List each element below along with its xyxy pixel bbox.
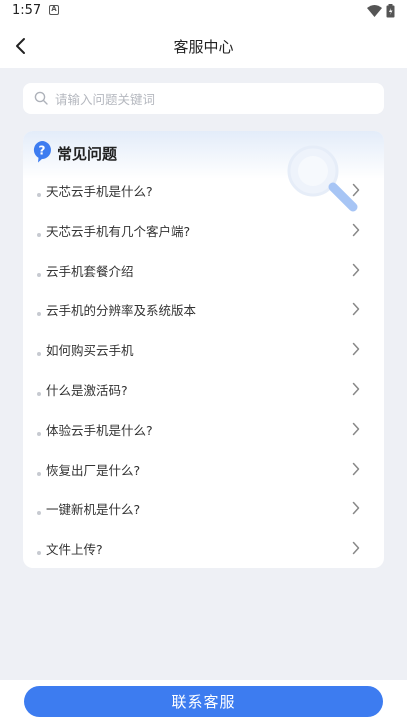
status-time: 1:57 — [12, 3, 42, 18]
chevron-right-icon — [352, 462, 360, 475]
page-title: 客服中心 — [173, 38, 234, 56]
battery-icon — [386, 4, 395, 18]
chevron-right-icon — [352, 502, 360, 515]
faq-item-label: 云手机套餐介绍 — [46, 263, 134, 279]
chevron-right-icon — [352, 382, 360, 396]
faq-item[interactable]: 体验云手机是什么? — [23, 409, 384, 449]
search-box[interactable] — [23, 83, 384, 116]
contact-support-button[interactable]: 联系客服 — [24, 686, 383, 717]
faq-item-label: 天芯云手机是什么? — [46, 184, 153, 199]
faq-item-label: 文件上传? — [46, 542, 103, 558]
title-bar: 客服中心 — [0, 24, 407, 68]
faq-item[interactable]: 云手机的分辨率及系统版本 — [23, 289, 384, 329]
status-bar: 1:57 A — [0, 0, 407, 24]
chevron-right-icon — [352, 303, 360, 316]
faq-item-label: 恢复出厂是什么? — [46, 462, 141, 478]
a-box-icon: A — [49, 5, 59, 15]
bullet-dot — [37, 551, 41, 556]
svg-text:?: ? — [39, 144, 46, 158]
faq-item-label: 什么是激活码? — [46, 382, 128, 398]
faq-card: ? 常见问题 天芯云手机是什么? 天芯云手机有几个客户端? 云手机套餐介绍 云手… — [23, 131, 384, 568]
faq-item[interactable]: 天芯云手机是什么? — [23, 170, 384, 210]
search-input[interactable] — [53, 83, 377, 116]
bullet-dot — [37, 391, 41, 396]
wifi-icon — [367, 5, 382, 17]
faq-item[interactable]: 什么是激活码? — [23, 369, 384, 409]
faq-item-label: 如何购买云手机 — [46, 343, 134, 359]
bullet-dot — [37, 471, 41, 476]
faq-item-label: 一键新机是什么? — [46, 502, 141, 518]
faq-list: 天芯云手机是什么? 天芯云手机有几个客户端? 云手机套餐介绍 云手机的分辨率及系… — [23, 170, 384, 568]
bullet-dot — [37, 193, 41, 197]
faq-title: 常见问题 — [57, 145, 118, 163]
bottom-bar: 联系客服 — [0, 680, 407, 723]
question-icon: ? — [33, 141, 51, 163]
bullet-dot — [37, 511, 41, 516]
faq-item[interactable]: 云手机套餐介绍 — [23, 250, 384, 290]
faq-item-label: 天芯云手机有几个客户端? — [46, 223, 191, 239]
chevron-right-icon — [352, 422, 360, 436]
bullet-dot — [37, 232, 41, 237]
faq-item[interactable]: 一键新机是什么? — [23, 488, 384, 528]
chevron-right-icon — [352, 263, 360, 276]
faq-item[interactable]: 天芯云手机有几个客户端? — [23, 210, 384, 250]
bullet-dot — [37, 352, 41, 357]
chevron-right-icon — [352, 541, 360, 555]
faq-item-label: 体验云手机是什么? — [46, 422, 153, 438]
chevron-right-icon — [352, 342, 360, 356]
status-icons — [367, 4, 395, 18]
chevron-right-icon — [352, 183, 360, 197]
faq-item[interactable]: 恢复出厂是什么? — [23, 449, 384, 489]
faq-item[interactable]: 如何购买云手机 — [23, 329, 384, 369]
faq-item-label: 云手机的分辨率及系统版本 — [46, 303, 197, 319]
faq-item[interactable]: 文件上传? — [23, 528, 384, 568]
bullet-dot — [37, 312, 41, 317]
bullet-dot — [37, 431, 41, 436]
chevron-right-icon — [352, 223, 360, 237]
bullet-dot — [37, 272, 41, 277]
search-icon — [34, 91, 48, 105]
